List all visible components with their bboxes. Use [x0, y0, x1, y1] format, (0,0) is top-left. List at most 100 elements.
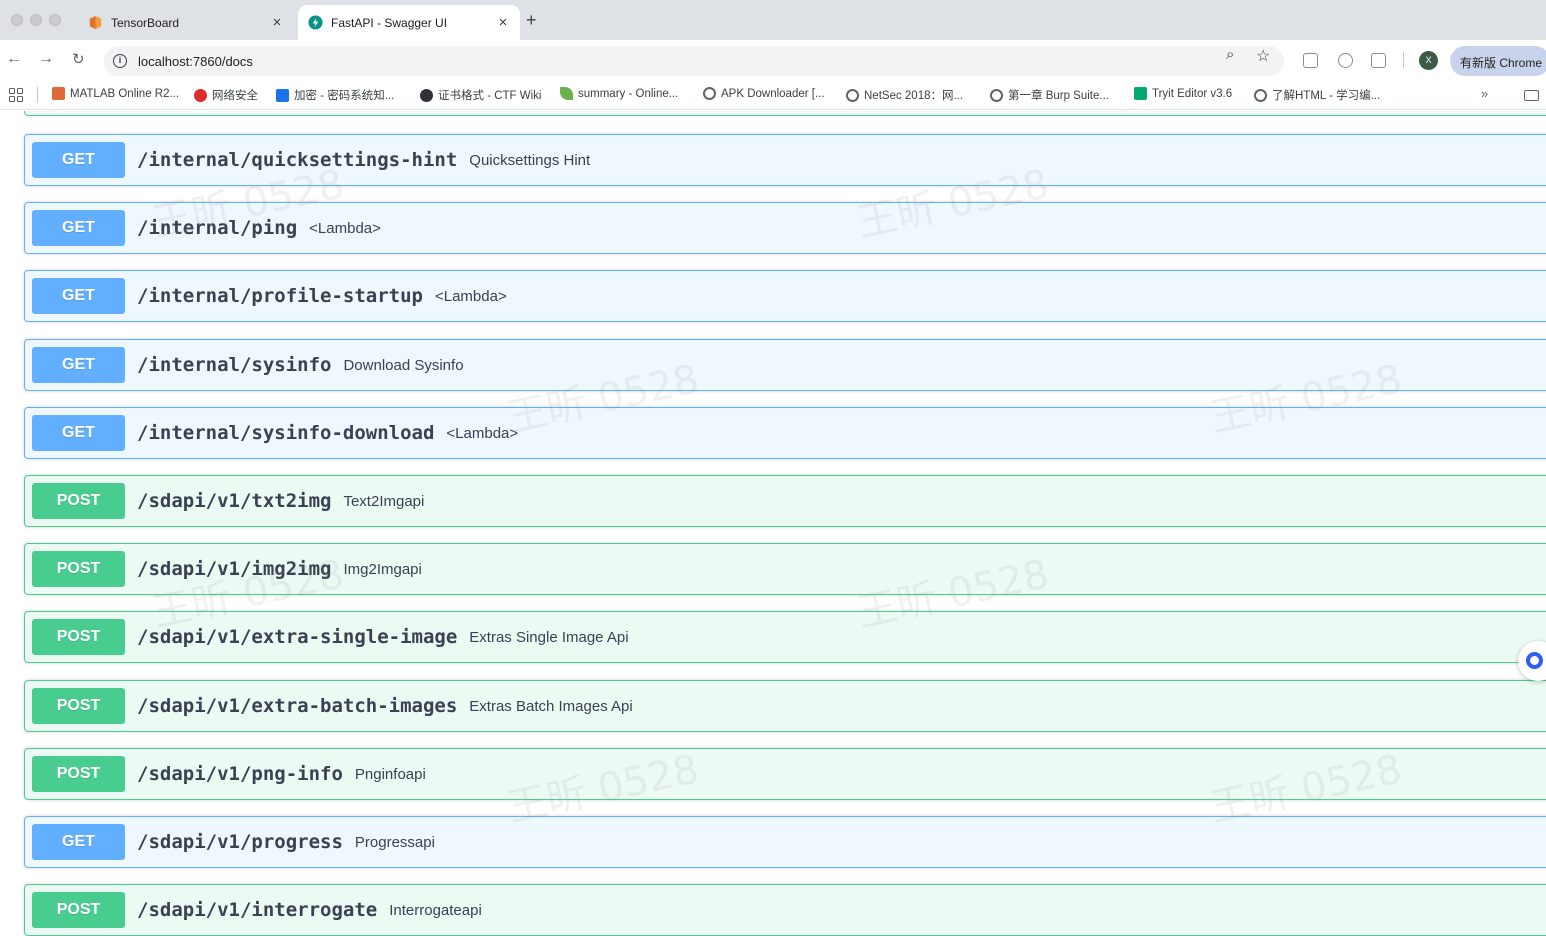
operation-summary: Interrogateapi [389, 901, 482, 919]
operation-summary: Extras Single Image Api [469, 628, 629, 646]
operation-get-row[interactable]: GET/internal/quicksettings-hint Quicksett… [24, 134, 1546, 186]
globe-icon [703, 87, 716, 100]
tab-tensorboard[interactable]: TensorBoard × [78, 5, 294, 40]
operation-path: /internal/sysinfo-download [137, 422, 435, 444]
bookmark-label: 证书格式 - CTF Wiki [438, 90, 542, 102]
bookmark-item[interactable]: APK Downloader [... [703, 87, 825, 100]
operation-summary: Img2Imgapi [343, 560, 422, 578]
operation-path: /sdapi/v1/progress [137, 831, 343, 853]
bookmark-label: 第一章 Burp Suite... [1008, 90, 1109, 102]
bookmarks-folder-icon[interactable] [1524, 90, 1539, 101]
operation-path: /internal/sysinfo [137, 354, 332, 376]
tab-title: FastAPI - Swagger UI [331, 15, 448, 30]
extension-icon[interactable] [1338, 53, 1353, 68]
operation-path: /internal/quicksettings-hint [137, 149, 458, 171]
update-chrome-button[interactable]: 有新版 Chrome [1450, 46, 1546, 76]
http-method-badge: POST [32, 551, 125, 587]
operation-path: /internal/ping [137, 217, 298, 239]
operation-path: /sdapi/v1/png-info [137, 763, 343, 785]
site-info-icon[interactable]: i [113, 54, 127, 68]
toolbar-divider [1403, 52, 1404, 68]
operation-path: /sdapi/v1/interrogate [137, 899, 378, 921]
document-icon [276, 88, 289, 102]
back-icon[interactable]: ← [6, 50, 22, 68]
bookmarks-divider [37, 87, 38, 103]
extensions-puzzle-icon[interactable] [1371, 53, 1386, 68]
window-minimize-button[interactable] [30, 14, 42, 26]
operation-summary: <Lambda> [309, 219, 381, 237]
bookmark-label: 加密 - 密码系统知... [294, 90, 395, 102]
bookmark-item[interactable]: MATLAB Online R2... [52, 87, 179, 100]
operation-post-row[interactable]: POST/sdapi/v1/txt2img Text2Imgapi [24, 475, 1546, 527]
tab-close-icon[interactable]: × [494, 14, 512, 31]
operation-get-row[interactable]: GET/sdapi/v1/progress Progressapi [24, 816, 1546, 868]
bookmark-item[interactable]: summary - Online... [560, 87, 678, 100]
reload-icon[interactable]: ↻ [72, 50, 85, 68]
operation-post-row[interactable]: POST/sdapi/v1/png-info Pnginfoapi [24, 748, 1546, 800]
tab-title: TensorBoard [111, 15, 180, 30]
bookmark-label: 网络安全 [212, 90, 258, 102]
assistant-logo-icon [1526, 652, 1543, 669]
operation-summary: Download Sysinfo [343, 356, 464, 374]
floating-assistant-button[interactable] [1518, 641, 1546, 681]
http-method-badge: POST [32, 756, 125, 792]
bookmark-label: MATLAB Online R2... [70, 87, 180, 100]
bookmark-item[interactable]: 加密 - 密码系统知... [276, 87, 394, 103]
operation-summary: Quicksettings Hint [469, 151, 591, 169]
url-text[interactable]: localhost:7860/docs [138, 54, 253, 69]
bookmark-label: Tryit Editor v3.6 [1152, 87, 1233, 100]
http-method-badge: GET [32, 347, 125, 383]
http-method-badge: GET [32, 278, 125, 314]
bookmark-star-icon[interactable]: ☆ [1256, 46, 1270, 66]
operation-post-row[interactable]: POST/sdapi/v1/img2img Img2Imgapi [24, 543, 1546, 595]
huawei-icon [194, 88, 207, 102]
http-method-badge: GET [32, 142, 125, 178]
operation-path: /sdapi/v1/img2img [137, 558, 332, 580]
globe-icon [1254, 88, 1267, 102]
new-tab-button[interactable]: + [526, 10, 537, 31]
operation-summary: Text2Imgapi [343, 492, 425, 510]
window-close-button[interactable] [11, 14, 23, 26]
http-method-badge: GET [32, 415, 125, 451]
fastapi-icon [308, 15, 323, 30]
bookmark-label: 了解HTML - 学习编... [1272, 90, 1381, 102]
http-method-badge: GET [32, 824, 125, 860]
operation-get-row[interactable]: GET/internal/sysinfo-download <Lambda> [24, 407, 1546, 459]
tensorboard-icon [89, 15, 102, 30]
operation-summary: <Lambda> [446, 424, 519, 442]
http-method-badge: POST [32, 688, 125, 724]
tab-strip: TensorBoard × FastAPI - Swagger UI × + [0, 0, 1546, 40]
tab-close-icon[interactable]: × [268, 14, 286, 31]
w3schools-icon [1134, 87, 1147, 100]
bookmark-item[interactable]: 证书格式 - CTF Wiki [420, 87, 541, 103]
globe-icon [990, 88, 1003, 102]
window-zoom-button[interactable] [49, 14, 61, 26]
bookmark-item[interactable]: 了解HTML - 学习编... [1254, 87, 1380, 103]
forward-icon[interactable]: → [38, 50, 54, 68]
bookmark-item[interactable]: NetSec 2018：网... [846, 87, 963, 103]
more-bookmarks-icon[interactable]: » [1481, 86, 1488, 101]
operation-summary: Extras Batch Images Api [469, 697, 633, 715]
bookmark-item[interactable]: Tryit Editor v3.6 [1134, 87, 1232, 100]
extension-icon[interactable] [1303, 53, 1318, 68]
bookmark-item[interactable]: 第一章 Burp Suite... [990, 87, 1109, 103]
operation-get-row[interactable]: GET/internal/sysinfo Download Sysinfo [24, 339, 1546, 391]
operation-get-row[interactable]: GET/internal/ping <Lambda> [24, 202, 1546, 254]
operation-summary: <Lambda> [434, 287, 507, 305]
bookmark-label: NetSec 2018：网... [864, 90, 964, 102]
operation-path: /sdapi/v1/extra-single-image [137, 626, 458, 648]
profile-avatar[interactable]: X [1419, 51, 1438, 70]
operation-post-row[interactable]: POST/sdapi/v1/extra-batch-images Extras B… [24, 680, 1546, 732]
operation-post-row[interactable]: POST/sdapi/v1/extra-single-image Extras S… [24, 611, 1546, 663]
bookmarks-bar: MATLAB Online R2... 网络安全 加密 - 密码系统知... 证… [0, 80, 1546, 110]
bookmark-item[interactable]: 网络安全 [194, 87, 258, 103]
http-method-badge: POST [32, 892, 125, 928]
tab-fastapi-swagger[interactable]: FastAPI - Swagger UI × [298, 5, 520, 40]
operation-get-row[interactable]: GET/internal/profile-startup <Lambda> [24, 270, 1546, 322]
apps-grid-icon[interactable] [9, 88, 23, 102]
zoom-icon[interactable]: ⌕ [1226, 46, 1234, 63]
operation-post-row[interactable]: POST/sdapi/v1/interrogate Interrogateapi [24, 884, 1546, 936]
swagger-operations-list: GET/internal/quicksettings-hint Quicksett… [0, 111, 1546, 936]
operation-path: /sdapi/v1/txt2img [137, 490, 332, 512]
address-bar[interactable]: i localhost:7860/docs [104, 46, 1284, 76]
